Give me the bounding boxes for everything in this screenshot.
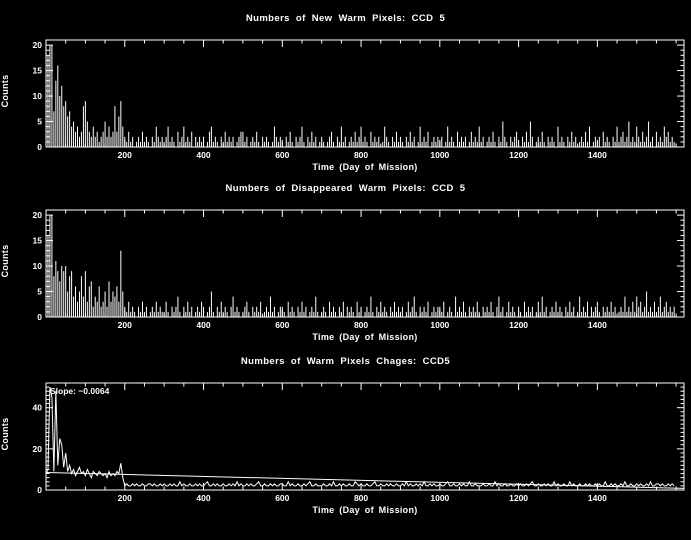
svg-text:20: 20 bbox=[33, 444, 43, 454]
svg-text:600: 600 bbox=[275, 493, 289, 503]
panel-warm-pixels-changes: Numbers of Warm Pixels Chages: CCD5 Coun… bbox=[0, 343, 691, 539]
svg-text:800: 800 bbox=[354, 320, 368, 330]
svg-text:400: 400 bbox=[196, 150, 210, 160]
svg-text:15: 15 bbox=[33, 66, 43, 76]
svg-text:800: 800 bbox=[354, 493, 368, 503]
svg-text:1400: 1400 bbox=[588, 320, 607, 330]
svg-text:1400: 1400 bbox=[588, 493, 607, 503]
svg-text:800: 800 bbox=[354, 150, 368, 160]
svg-text:0: 0 bbox=[37, 312, 42, 322]
slope-annotation: Slope: −0.0064 bbox=[50, 386, 110, 396]
panel-disappeared-warm-pixels: Numbers of Disappeared Warm Pixels: CCD … bbox=[0, 170, 691, 366]
svg-text:200: 200 bbox=[118, 493, 132, 503]
svg-text:1000: 1000 bbox=[430, 150, 449, 160]
x-axis-label: Time (Day of Mission) bbox=[312, 505, 418, 515]
svg-text:200: 200 bbox=[118, 320, 132, 330]
svg-text:1400: 1400 bbox=[588, 150, 607, 160]
svg-text:200: 200 bbox=[118, 150, 132, 160]
panel-new-warm-pixels: Numbers of New Warm Pixels: CCD 5 Counts… bbox=[0, 0, 691, 196]
svg-text:400: 400 bbox=[196, 320, 210, 330]
svg-text:20: 20 bbox=[33, 40, 43, 50]
svg-text:20: 20 bbox=[33, 210, 43, 220]
svg-text:600: 600 bbox=[275, 150, 289, 160]
plot-figure: Numbers of New Warm Pixels: CCD 5 Counts… bbox=[0, 0, 691, 540]
svg-text:5: 5 bbox=[37, 117, 42, 127]
svg-text:1200: 1200 bbox=[509, 150, 528, 160]
svg-text:400: 400 bbox=[196, 493, 210, 503]
svg-text:1200: 1200 bbox=[509, 493, 528, 503]
svg-text:1000: 1000 bbox=[430, 493, 449, 503]
svg-text:0: 0 bbox=[37, 142, 42, 152]
svg-text:15: 15 bbox=[33, 236, 43, 246]
svg-text:10: 10 bbox=[33, 261, 43, 271]
svg-text:1000: 1000 bbox=[430, 320, 449, 330]
svg-text:600: 600 bbox=[275, 320, 289, 330]
svg-text:0: 0 bbox=[37, 485, 42, 495]
svg-text:5: 5 bbox=[37, 287, 42, 297]
svg-text:40: 40 bbox=[33, 403, 43, 413]
x-axis-label: Time (Day of Mission) bbox=[312, 332, 418, 342]
svg-text:10: 10 bbox=[33, 91, 43, 101]
svg-text:1200: 1200 bbox=[509, 320, 528, 330]
